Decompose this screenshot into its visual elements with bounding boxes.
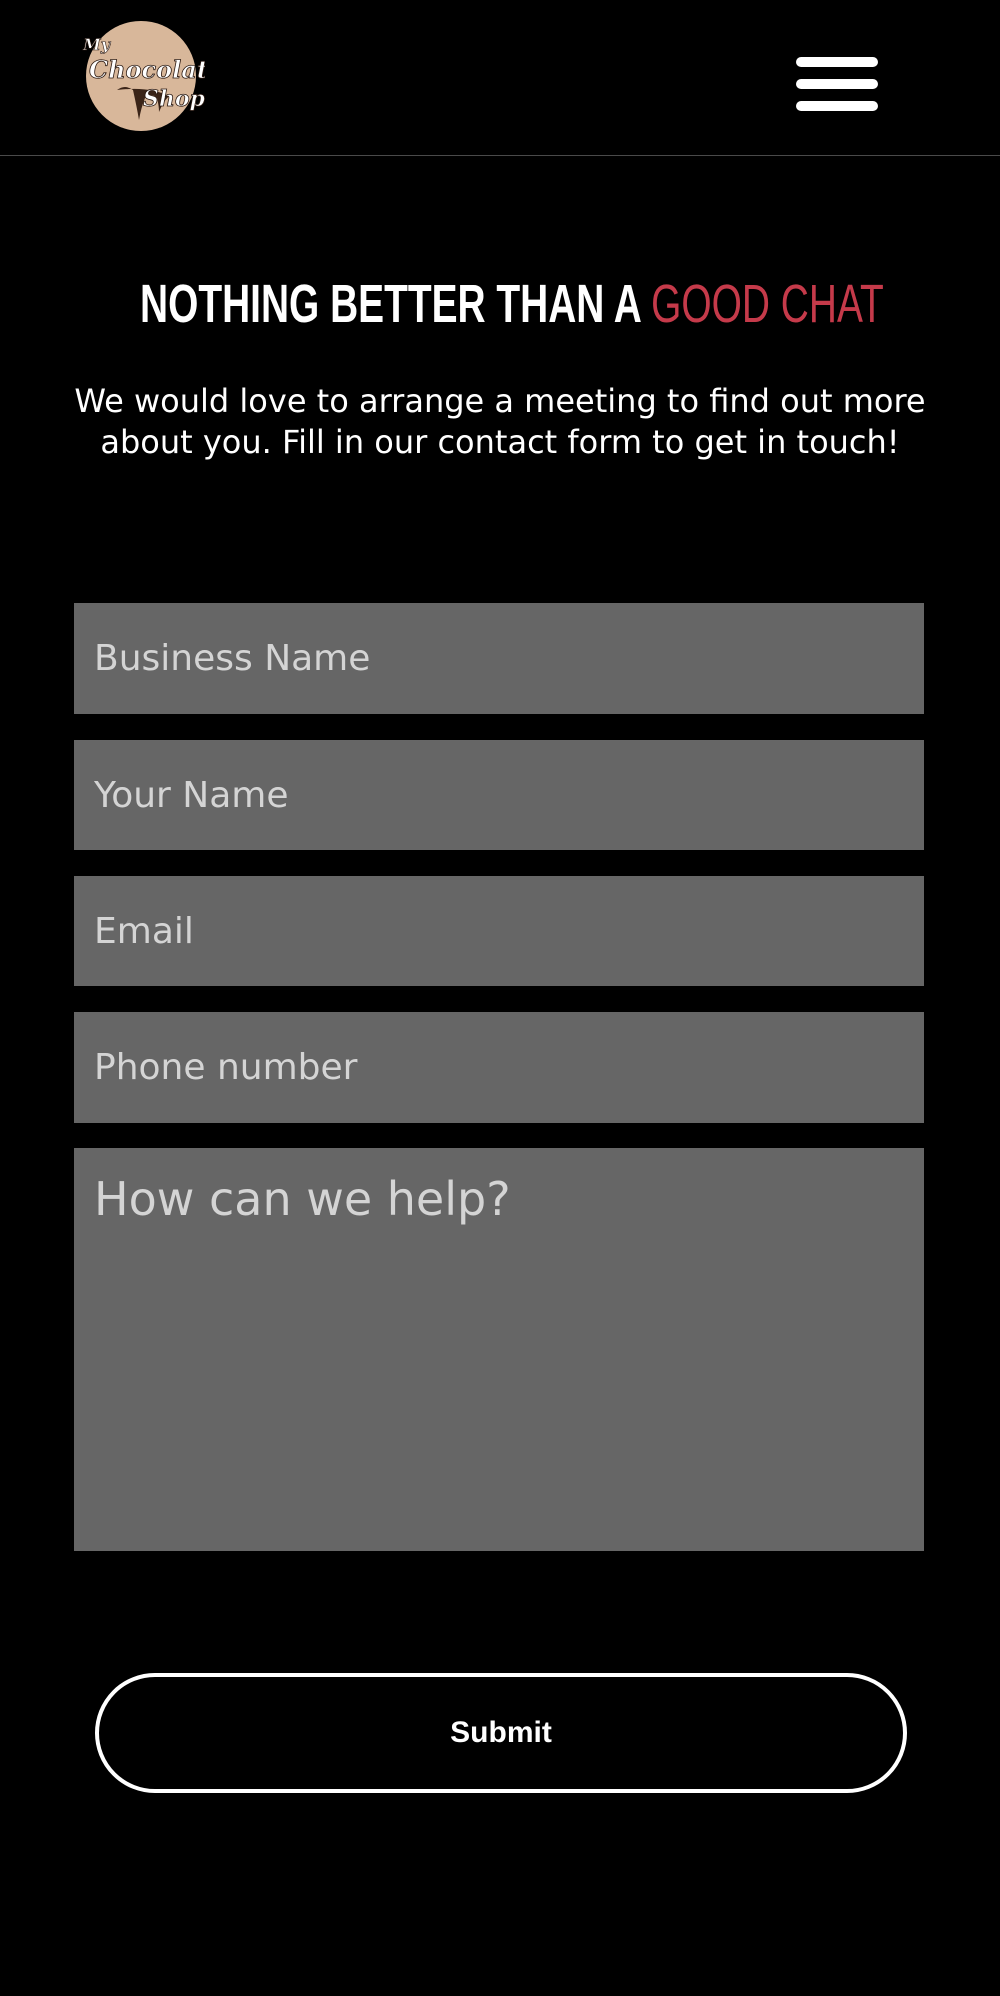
- message-textarea[interactable]: [74, 1148, 924, 1551]
- menu-bar: [796, 101, 878, 111]
- page-title: NOTHING BETTER THAN A GOOD CHAT: [140, 270, 884, 338]
- logo-text-my: My: [82, 35, 112, 54]
- logo-text-chocolate: Chocolate: [89, 55, 205, 84]
- menu-bar: [796, 57, 878, 67]
- page-title-main: NOTHING BETTER THAN A: [140, 274, 652, 334]
- logo-text-shop: Shop: [143, 86, 205, 112]
- menu-bar: [796, 79, 878, 89]
- email-input[interactable]: [74, 876, 924, 986]
- intro-text: We would love to arrange a meeting to fi…: [74, 382, 926, 461]
- your-name-input[interactable]: [74, 740, 924, 850]
- page-title-accent: GOOD CHAT: [651, 274, 884, 334]
- phone-number-input[interactable]: [74, 1012, 924, 1123]
- logo[interactable]: My Chocolate Shop: [77, 20, 205, 132]
- business-name-input[interactable]: [74, 603, 924, 714]
- site-header: My Chocolate Shop: [0, 0, 1000, 156]
- submit-button[interactable]: Submit: [95, 1673, 907, 1793]
- hamburger-menu-icon[interactable]: [792, 52, 882, 120]
